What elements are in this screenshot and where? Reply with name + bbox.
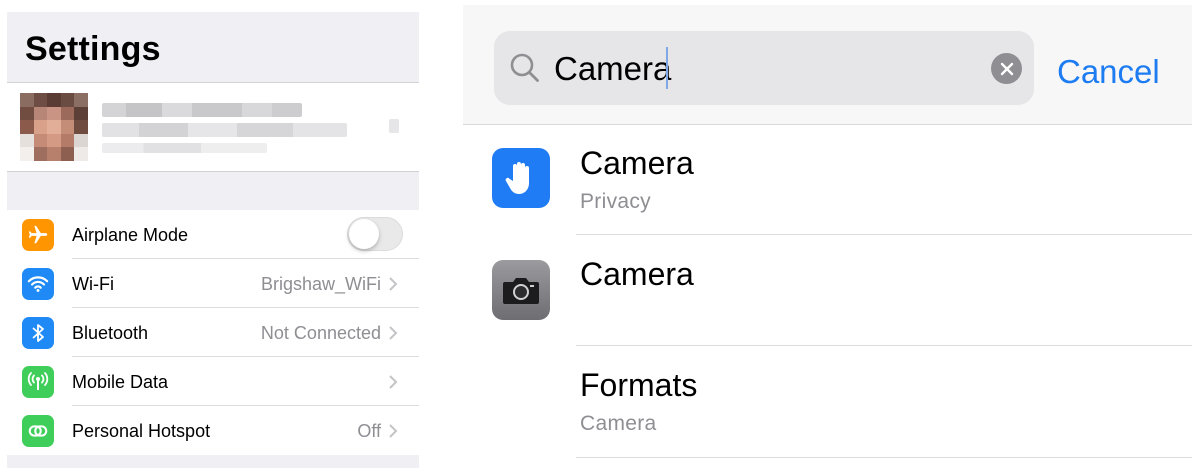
airplane-icon	[22, 219, 54, 251]
cancel-button[interactable]: Cancel	[1057, 53, 1160, 91]
row-label: Airplane Mode	[72, 225, 189, 245]
close-icon	[1000, 62, 1013, 75]
row-label: Wi-Fi	[72, 274, 114, 294]
row-bluetooth[interactable]: Bluetooth Not Connected	[7, 308, 419, 357]
result-subtitle: Camera	[580, 412, 657, 435]
page-title: Settings	[25, 30, 161, 68]
result-title: Camera	[580, 256, 694, 292]
row-mobile-data[interactable]: Mobile Data	[7, 357, 419, 406]
divider	[576, 345, 1192, 346]
blurred-chevron	[389, 119, 399, 133]
search-header: Camera Cancel	[463, 5, 1192, 125]
toggle-knob	[349, 219, 379, 249]
bluetooth-icon	[22, 317, 54, 349]
result-title: Camera	[580, 145, 694, 181]
row-airplane-mode[interactable]: Airplane Mode	[7, 210, 419, 259]
chevron-right-icon	[389, 424, 398, 438]
antenna-icon	[22, 366, 54, 398]
camera-app-icon	[492, 260, 550, 320]
avatar	[20, 93, 88, 161]
hotspot-link-icon	[22, 415, 54, 447]
clear-search-button[interactable]	[991, 53, 1022, 84]
row-personal-hotspot[interactable]: Personal Hotspot Off	[7, 406, 419, 455]
search-result-camera-privacy[interactable]: Camera Privacy	[463, 125, 1192, 236]
airplane-mode-toggle[interactable]	[347, 217, 403, 251]
bluetooth-status-value: Not Connected	[260, 323, 381, 343]
search-input[interactable]: Camera	[494, 31, 1034, 105]
text-cursor	[666, 47, 668, 89]
search-icon	[510, 53, 539, 82]
privacy-hand-icon	[492, 148, 550, 208]
chevron-right-icon	[389, 326, 398, 340]
apple-id-profile-row[interactable]	[7, 82, 419, 172]
search-query-text[interactable]: Camera	[554, 50, 671, 88]
row-label: Mobile Data	[72, 372, 169, 392]
chevron-right-icon	[389, 375, 398, 389]
blurred-name	[102, 103, 302, 117]
group-footer	[7, 455, 419, 468]
wifi-icon	[22, 268, 54, 300]
settings-panel: Settings Airplane Mode Wi-Fi Brigshaw_Wi…	[7, 12, 419, 468]
chevron-right-icon	[389, 277, 398, 291]
divider	[576, 457, 1192, 458]
blurred-subtitle	[102, 123, 347, 137]
search-result-camera-app[interactable]: Camera	[463, 236, 1192, 347]
result-subtitle: Privacy	[580, 190, 651, 213]
divider	[576, 234, 1192, 235]
row-label: Bluetooth	[72, 323, 149, 343]
row-wifi[interactable]: Wi-Fi Brigshaw_WiFi	[7, 259, 419, 308]
search-result-formats[interactable]: Formats Camera	[463, 347, 1192, 458]
wifi-network-value: Brigshaw_WiFi	[260, 274, 381, 294]
settings-list: Airplane Mode Wi-Fi Brigshaw_WiFi Blueto…	[7, 210, 419, 455]
hotspot-status-value: Off	[357, 421, 381, 441]
blurred-subtitle-2	[102, 143, 267, 153]
result-title: Formats	[580, 367, 698, 403]
search-panel: Camera Cancel Camera Privacy Camera Form…	[463, 0, 1192, 468]
row-label: Personal Hotspot	[72, 421, 211, 441]
